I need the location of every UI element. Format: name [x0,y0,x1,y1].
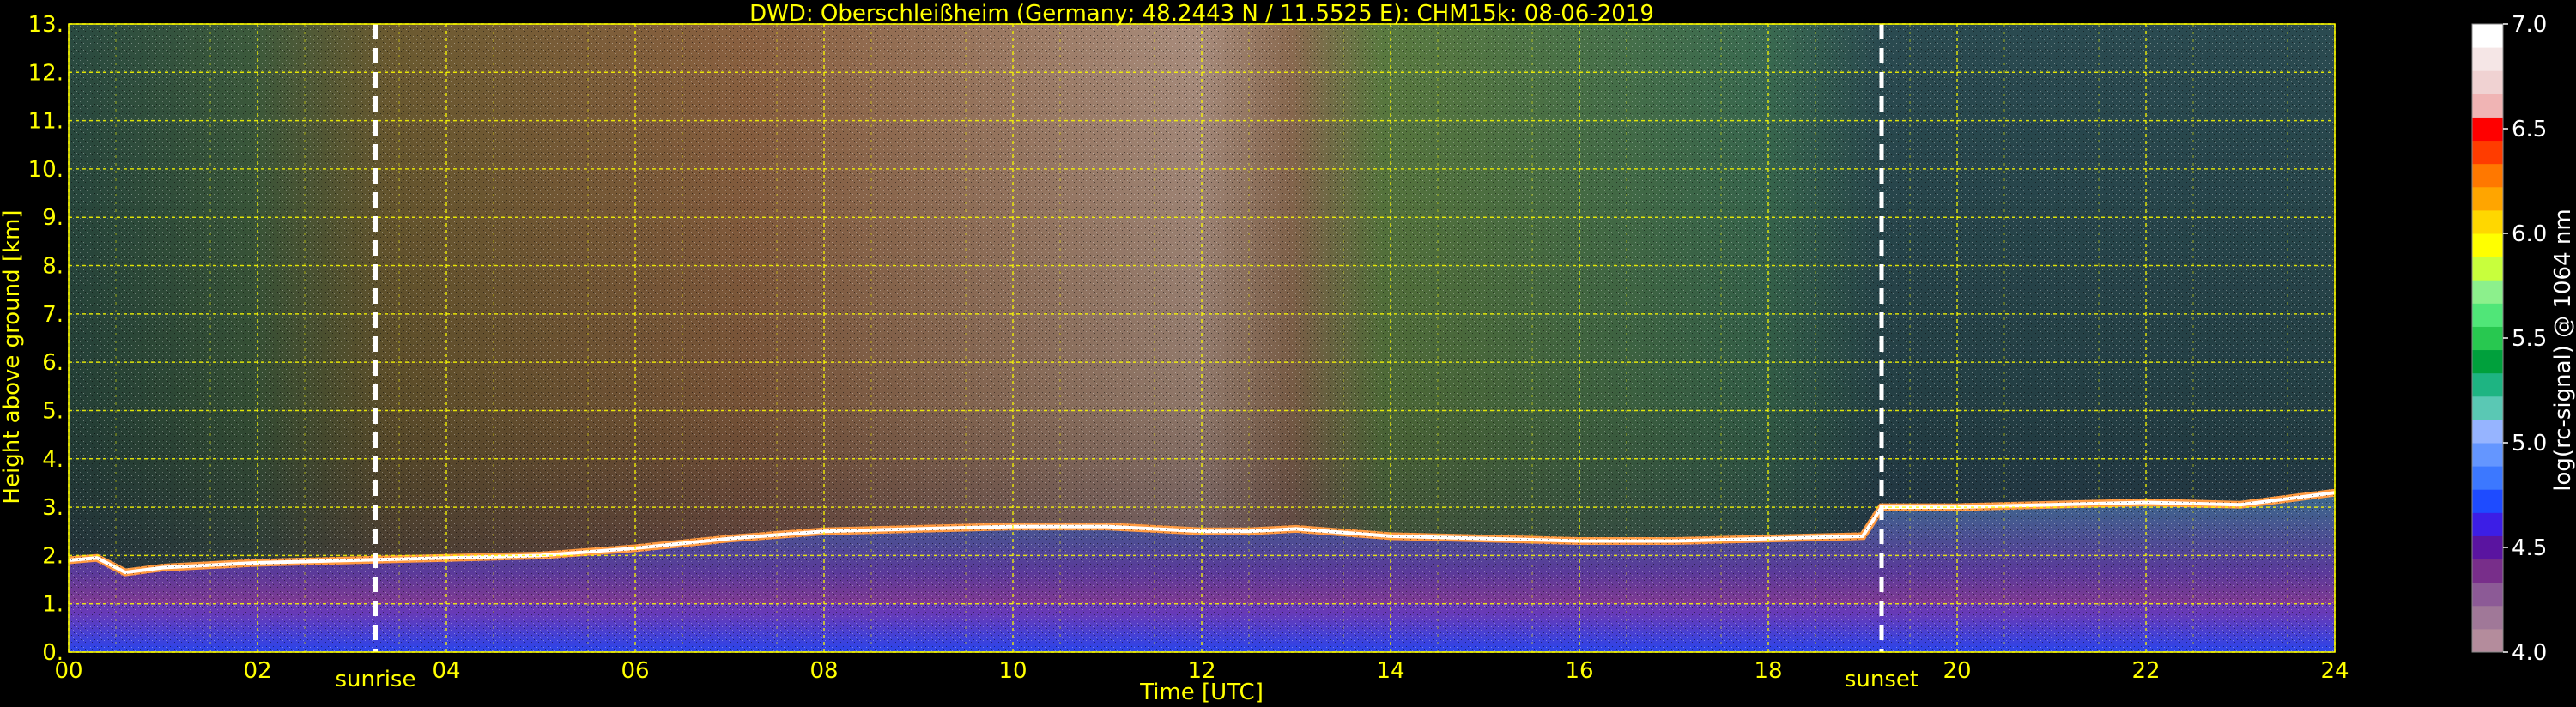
colorbar-segment [2472,303,2503,327]
y-tick-label: 10. [28,157,64,183]
y-tick-label: 6. [42,350,64,376]
colorbar-segment [2472,186,2503,211]
y-tick-label: 0. [42,640,64,666]
colorbar-segment [2472,605,2503,630]
colorbar-segment [2472,140,2503,165]
colorbar-label: log(rc-signal) @ 1064 nm [2550,208,2576,491]
x-tick-label: 20 [1943,658,1971,684]
colorbar-segment [2472,559,2503,583]
colorbar-segment [2472,466,2503,490]
colorbar-segment [2472,582,2503,607]
colorbar-tick-label: 7.0 [2512,12,2547,38]
y-tick-label: 7. [42,302,64,328]
colorbar-segment [2472,257,2503,281]
colorbar-tick-label: 5.5 [2512,326,2547,352]
marker-label-sunset: sunset [1845,667,1918,692]
x-tick-label: 18 [1754,658,1782,684]
colorbar-tick-label: 4.5 [2512,535,2547,561]
marker-label-sunrise: sunrise [336,667,416,692]
colorbar-segment [2472,233,2503,257]
x-tick-label: 10 [998,658,1027,684]
y-tick-label: 13. [28,12,64,38]
x-tick-label: 22 [2131,658,2160,684]
y-tick-label: 8. [42,254,64,280]
x-tick-label: 14 [1376,658,1404,684]
colorbar-segment [2472,117,2503,142]
signal-noise [69,24,2335,652]
plot-background [68,24,2336,652]
colorbar: 4.0 4.5 5.0 5.5 6.0 6.5 7.0 [2471,12,2547,666]
colorbar-segment [2472,535,2503,560]
colorbar-segment [2472,489,2503,513]
colorbar-segment [2472,280,2503,304]
chart-title: DWD: Oberschleißheim (Germany; 48.2443 N… [749,1,1654,27]
y-tick-label: 3. [42,495,64,521]
colorbar-tick-label: 4.0 [2512,640,2547,666]
x-tick-label: 08 [809,658,838,684]
colorbar-tick-label: 6.0 [2512,221,2547,247]
x-tick-label: 16 [1565,658,1593,684]
x-axis-label: Time [UTC] [1139,680,1264,705]
x-tick-label: 04 [432,658,460,684]
colorbar-segment [2472,628,2503,653]
colorbar-tick-label: 6.5 [2512,117,2547,142]
colorbar-segment [2472,372,2503,397]
y-tick-label: 4. [42,447,64,473]
colorbar-segment [2472,47,2503,71]
colorbar-segment [2472,163,2503,188]
colorbar-segment [2472,349,2503,374]
x-tick-label: 02 [243,658,271,684]
y-tick-label: 1. [42,592,64,618]
colorbar-segment [2472,70,2503,94]
colorbar-segment [2472,24,2503,48]
colorbar-segment [2472,419,2503,444]
colorbar-tick-label: 5.0 [2512,431,2547,456]
colorbar-segment [2472,209,2503,234]
x-tick-label: 24 [2320,658,2349,684]
y-tick-label: 11. [28,109,64,135]
y-tick-label: 12. [28,60,64,86]
ceilometer-chart: sunrise sunset 00 02 04 06 08 10 12 14 16 18 20 22 24… [0,1,2576,705]
y-tick-label: 9. [42,205,64,231]
x-tick-label: 06 [621,658,649,684]
colorbar-segment [2472,94,2503,118]
y-tick-label: 5. [42,398,64,424]
colorbar-segment [2472,396,2503,420]
y-tick-label: 2. [42,543,64,569]
colorbar-segment [2472,443,2503,467]
colorbar-segment [2472,512,2503,536]
y-axis-label: Height above ground [km] [0,209,25,504]
colorbar-segment [2472,326,2503,351]
